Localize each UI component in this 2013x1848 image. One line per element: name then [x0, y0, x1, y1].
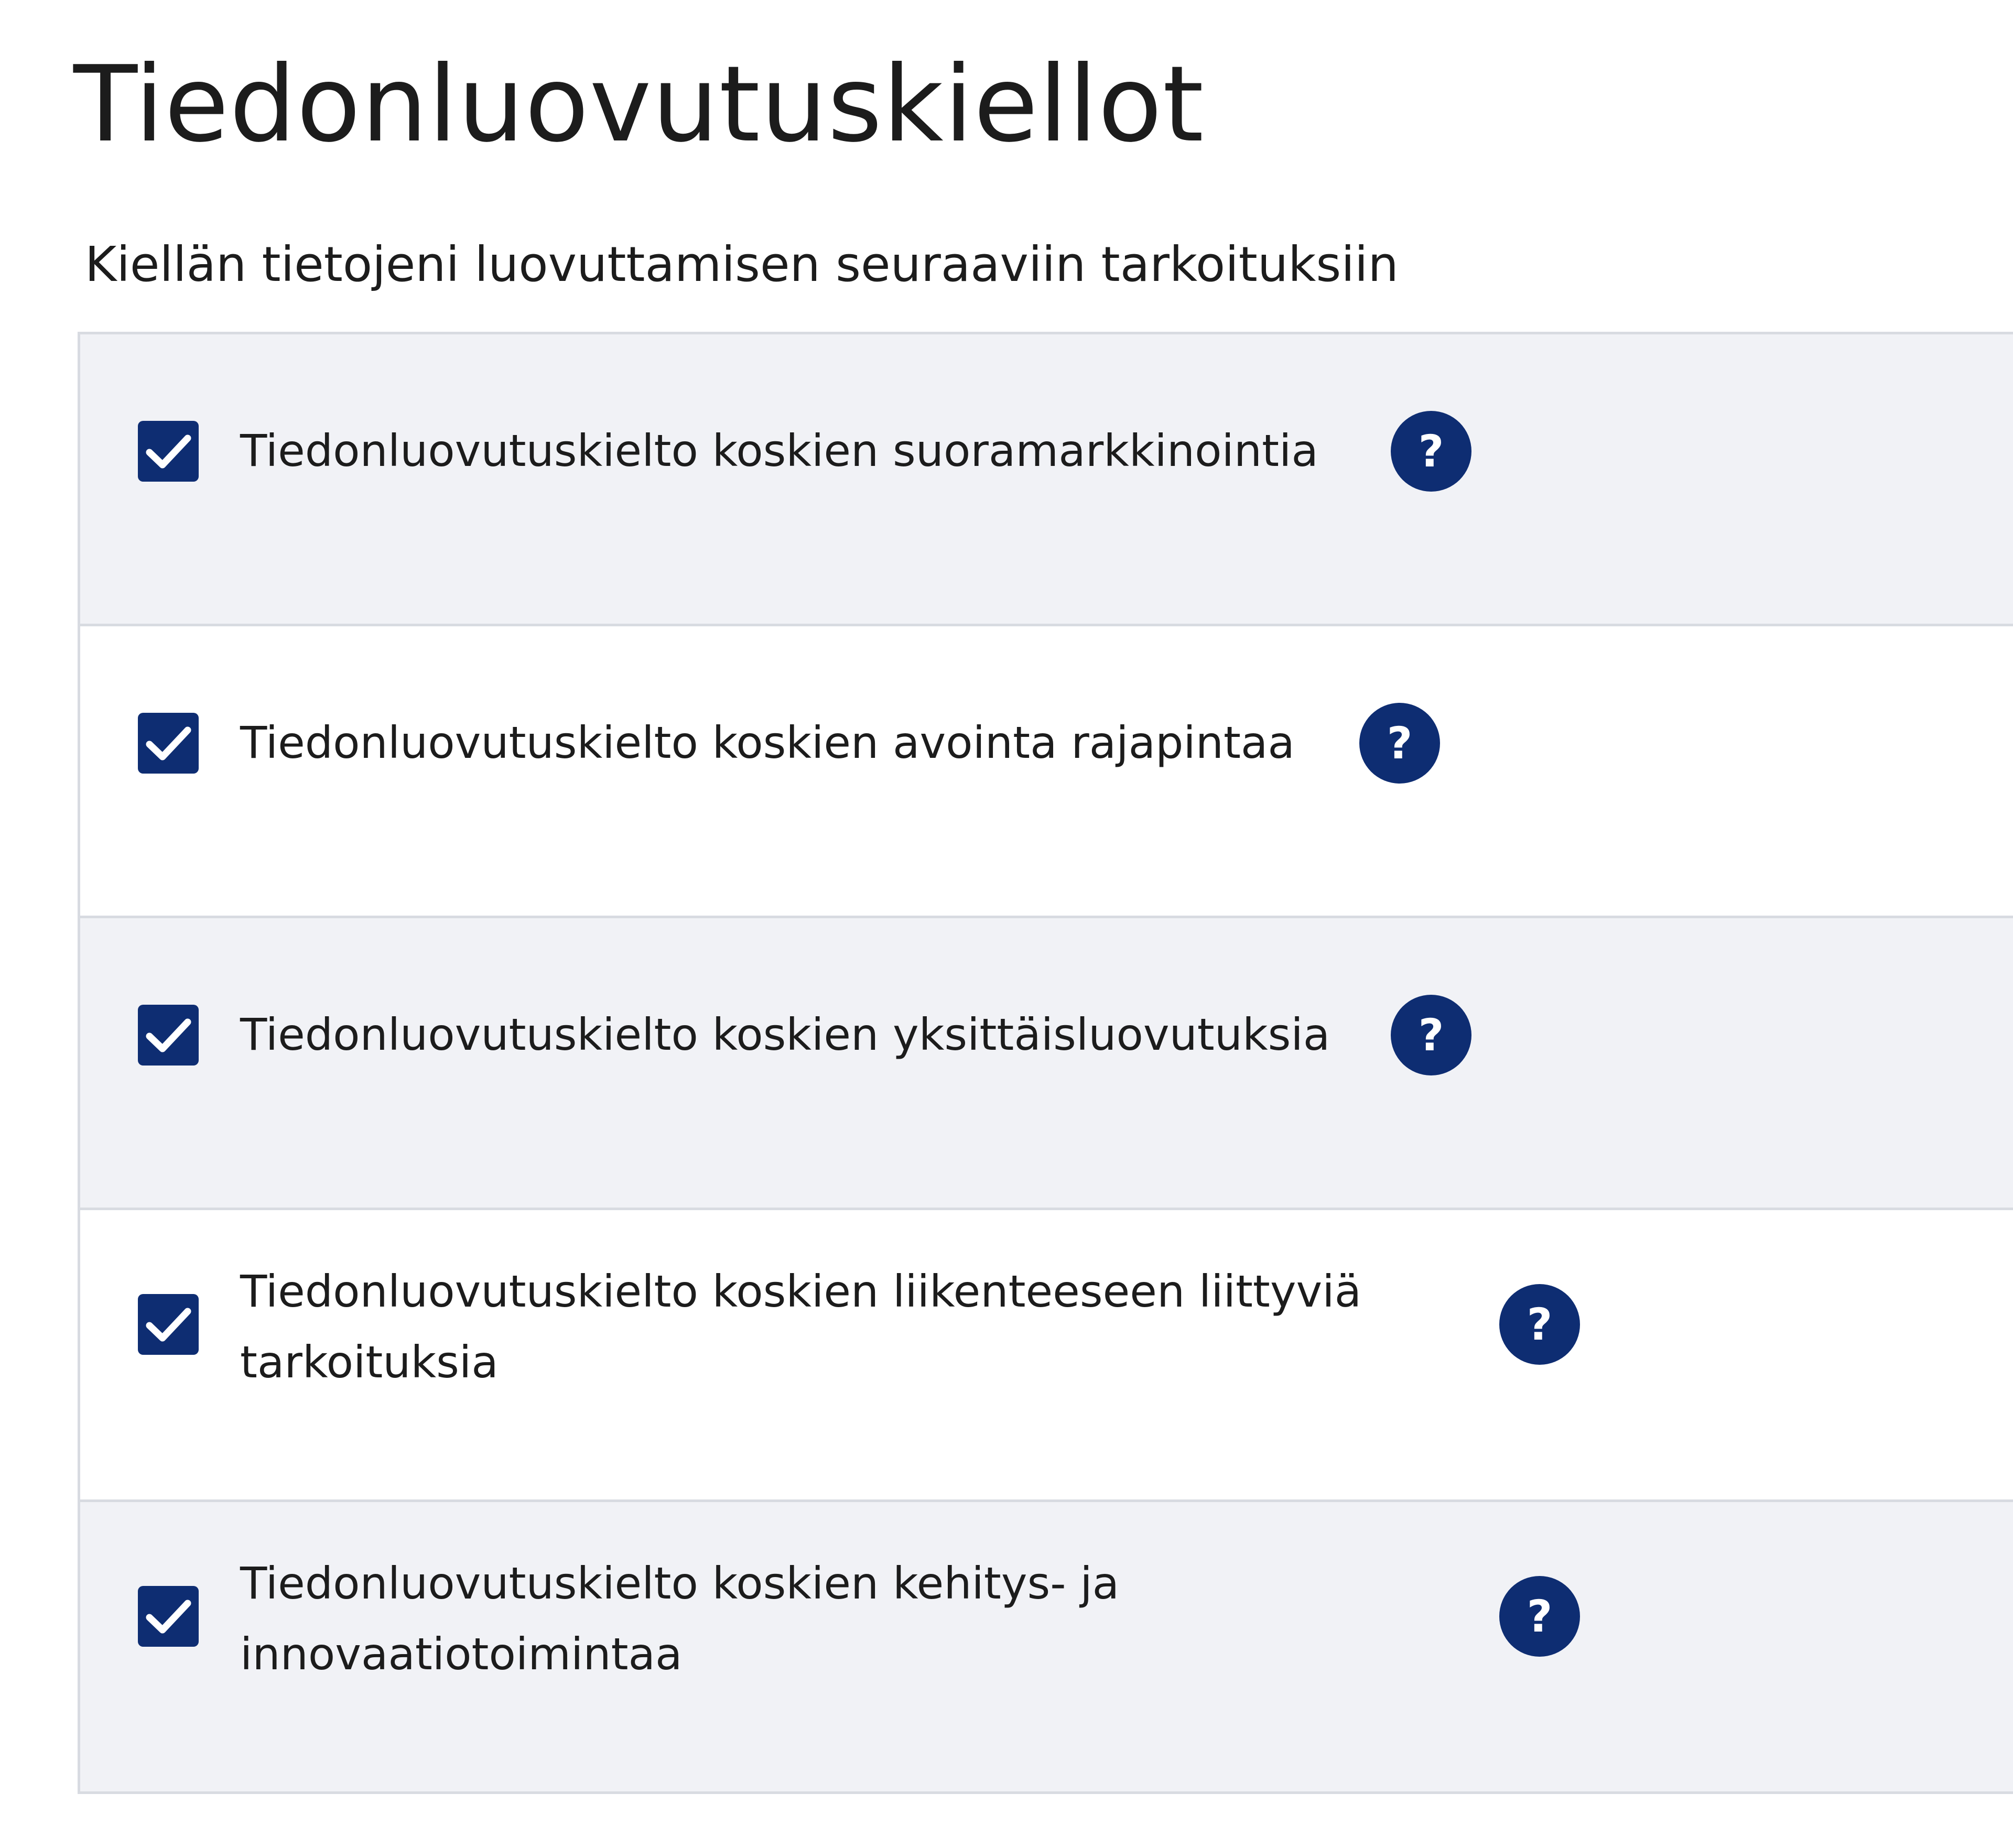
- option-label: Tiedonluovutuskielto koskien suoramarkki…: [240, 425, 1318, 476]
- checkmark-icon: [146, 726, 191, 760]
- checkbox-direct-marketing[interactable]: [138, 421, 199, 482]
- checkmark-icon: [146, 1018, 191, 1052]
- list-item: Tiedonluovutuskielto koskien avointa raj…: [80, 626, 2013, 918]
- list-item: Tiedonluovutuskielto koskien liikenteese…: [80, 1210, 2013, 1502]
- question-mark-icon[interactable]: ?: [1359, 703, 1440, 784]
- section-label: Kiellän tietojeni luovuttamisen seuraavi…: [85, 236, 1399, 292]
- question-mark-icon[interactable]: ?: [1499, 1576, 1580, 1657]
- question-mark-icon[interactable]: ?: [1499, 1284, 1580, 1365]
- page-title: Tiedonluovutuskiellot: [73, 44, 1205, 166]
- option-label: Tiedonluovutuskielto koskien kehitys- ja…: [240, 1558, 1120, 1680]
- checkmark-icon: [146, 1600, 191, 1634]
- checkbox-development-innovation[interactable]: [138, 1586, 199, 1647]
- list-item: Tiedonluovutuskielto koskien yksittäislu…: [80, 918, 2013, 1210]
- checkbox-individual-disclosures[interactable]: [138, 1005, 199, 1066]
- checkbox-traffic-purposes[interactable]: [138, 1294, 199, 1355]
- checkmark-icon: [146, 1308, 191, 1342]
- list-item: Tiedonluovutuskielto koskien kehitys- ja…: [80, 1502, 2013, 1794]
- question-mark-icon[interactable]: ?: [1391, 995, 1471, 1075]
- question-mark-icon[interactable]: ?: [1391, 411, 1471, 492]
- list-item: Tiedonluovutuskielto koskien suoramarkki…: [80, 334, 2013, 626]
- option-label: Tiedonluovutuskielto koskien yksittäislu…: [240, 1009, 1330, 1060]
- disclosure-ban-list: Tiedonluovutuskielto koskien suoramarkki…: [78, 332, 2013, 1794]
- option-label: Tiedonluovutuskielto koskien liikenteese…: [240, 1266, 1362, 1388]
- checkmark-icon: [146, 434, 191, 469]
- checkbox-open-interface[interactable]: [138, 713, 199, 774]
- option-label: Tiedonluovutuskielto koskien avointa raj…: [240, 717, 1295, 768]
